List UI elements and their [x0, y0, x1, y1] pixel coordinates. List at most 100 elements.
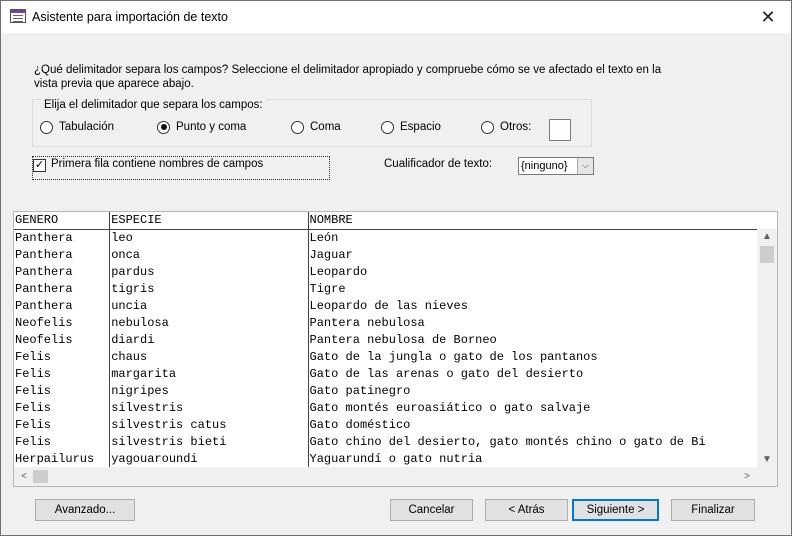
table-cell: Panthera — [14, 246, 111, 263]
table-cell: diardi — [109, 331, 309, 348]
scroll-down-icon[interactable]: ▼ — [757, 452, 777, 468]
radio-otros[interactable]: Otros: — [481, 120, 531, 134]
wizard-app-icon — [10, 9, 26, 23]
import-wizard-window: Asistente para importación de texto ✕ ¿Q… — [0, 0, 792, 536]
table-cell: Felis — [14, 399, 111, 416]
title-bar: Asistente para importación de texto ✕ — [1, 1, 791, 33]
table-cell: pardus — [109, 263, 309, 280]
close-icon[interactable]: ✕ — [745, 1, 791, 33]
radio-selected-icon — [157, 120, 170, 134]
table-cell: Gato doméstico — [309, 417, 411, 432]
table-cell: Felis — [14, 416, 111, 433]
table-cell: nebulosa — [109, 314, 309, 331]
qualifier-select[interactable]: {ninguno} ⌵ — [518, 157, 594, 175]
table-row: Neofelis nebulosa Pantera nebulosa — [14, 314, 757, 331]
table-cell: Gato de la jungla o gato de los pantanos — [309, 349, 598, 364]
column-header[interactable]: GENERO — [14, 212, 111, 230]
table-cell: silvestris — [109, 399, 309, 416]
table-cell: silvestris catus — [109, 416, 309, 433]
first-row-label[interactable]: Primera fila contiene nombres de campos — [51, 158, 263, 170]
table-cell: Felis — [14, 365, 111, 382]
table-cell: Gato de las arenas o gato del desierto — [309, 366, 584, 381]
scroll-right-icon[interactable]: > — [739, 467, 755, 486]
preview-table-viewport: GENERO ESPECIE NOMBRE Panthera leo León Pan… — [14, 212, 757, 468]
table-cell: silvestris bieti — [109, 433, 309, 450]
table-cell: Felis — [14, 348, 111, 365]
radio-espacio[interactable]: Espacio — [381, 120, 441, 134]
table-cell: Pantera nebulosa de Borneo — [309, 332, 497, 347]
table-cell: Jaguar — [309, 247, 353, 262]
radio-label: Tabulación — [59, 121, 114, 133]
table-cell: Panthera — [14, 229, 111, 246]
otros-input[interactable] — [549, 119, 571, 141]
table-row: Panthera pardus Leopardo — [14, 263, 757, 280]
table-row: Panthera onca Jaguar — [14, 246, 757, 263]
chevron-down-icon[interactable]: ⌵ — [577, 158, 593, 174]
scroll-corner — [757, 467, 777, 486]
table-cell: Neofelis — [14, 314, 111, 331]
table-cell: Panthera — [14, 297, 111, 314]
table-cell: Pantera nebulosa — [309, 315, 425, 330]
table-cell: margarita — [109, 365, 309, 382]
table-cell: Felis — [14, 433, 111, 450]
table-row: Felis silvestris bieti Gato chino del desi… — [14, 433, 757, 450]
table-cell: Gato chino del desierto, gato montés chi… — [309, 434, 706, 449]
cancel-button[interactable]: Cancelar — [390, 499, 473, 521]
horizontal-scrollbar[interactable]: < > — [14, 467, 757, 486]
next-button[interactable]: Siguiente > — [572, 499, 659, 521]
preview-grid: GENERO ESPECIE NOMBRE Panthera leo León Pan… — [13, 211, 778, 487]
table-cell: yagouaroundi — [109, 450, 309, 467]
scroll-up-icon[interactable]: ▲ — [757, 229, 777, 245]
table-row: Felis silvestris Gato montés euroasiático … — [14, 399, 757, 416]
table-row: Felis silvestris catus Gato doméstico — [14, 416, 757, 433]
table-row: Herpailurus yagouaroundi Yaguarundí o gato… — [14, 450, 757, 467]
qualifier-value: {ninguno} — [521, 160, 568, 172]
table-cell: Neofelis — [14, 331, 111, 348]
preview-table: GENERO ESPECIE NOMBRE Panthera leo León Pan… — [14, 212, 757, 467]
advanced-button[interactable]: Avanzado... — [35, 499, 135, 521]
scroll-left-icon[interactable]: < — [16, 467, 32, 486]
radio-coma[interactable]: Coma — [291, 120, 341, 134]
column-header[interactable]: NOMBRE — [308, 212, 757, 230]
radio-label: Espacio — [400, 121, 441, 133]
table-row: Panthera leo León — [14, 229, 757, 246]
finish-button[interactable]: Finalizar — [671, 499, 755, 521]
table-cell: Herpailurus — [14, 450, 111, 467]
table-cell: leo — [109, 229, 309, 246]
table-cell: Felis — [14, 382, 111, 399]
vertical-scrollbar[interactable]: ▲ ▼ — [757, 229, 777, 468]
first-row-checkbox[interactable]: ✓ — [33, 159, 46, 172]
table-row: Felis nigripes Gato patinegro — [14, 382, 757, 399]
radio-button-icon — [381, 120, 394, 134]
radio-button-icon — [40, 120, 53, 134]
radio-tabulacion[interactable]: Tabulación — [40, 120, 114, 134]
window-title: Asistente para importación de texto — [32, 10, 228, 24]
table-cell: uncia — [109, 297, 309, 314]
radio-label: Otros: — [500, 121, 532, 133]
column-header[interactable]: ESPECIE — [109, 212, 309, 230]
table-cell: chaus — [109, 348, 309, 365]
radio-label: Punto y coma — [176, 121, 247, 133]
table-cell: León — [309, 230, 339, 245]
table-row: Felis chaus Gato de la jungla o gato de lo… — [14, 348, 757, 365]
scroll-thumb[interactable] — [33, 470, 48, 483]
radio-label: Coma — [310, 121, 341, 133]
table-cell: Leopardo — [309, 264, 368, 279]
table-cell: onca — [109, 246, 309, 263]
table-row: Panthera uncia Leopardo de las nieves — [14, 297, 757, 314]
table-row: Neofelis diardi Pantera nebulosa de Borneo — [14, 331, 757, 348]
radio-button-icon — [291, 120, 304, 134]
table-cell: nigripes — [109, 382, 309, 399]
table-cell: Panthera — [14, 263, 111, 280]
table-cell: Yaguarundí o gato nutria — [309, 451, 483, 466]
radio-button-icon — [481, 120, 494, 134]
table-header-row: GENERO ESPECIE NOMBRE — [14, 212, 757, 230]
table-cell: Gato montés euroasiático o gato salvaje — [309, 400, 591, 415]
table-cell: tigris — [109, 280, 309, 297]
scroll-thumb[interactable] — [760, 246, 774, 263]
table-cell: Leopardo de las nieves — [309, 298, 468, 313]
table-cell: Gato patinegro — [309, 383, 411, 398]
back-button[interactable]: < Atrás — [485, 499, 568, 521]
radio-punto-y-coma[interactable]: Punto y coma — [157, 120, 246, 134]
table-cell: Tigre — [309, 281, 346, 296]
